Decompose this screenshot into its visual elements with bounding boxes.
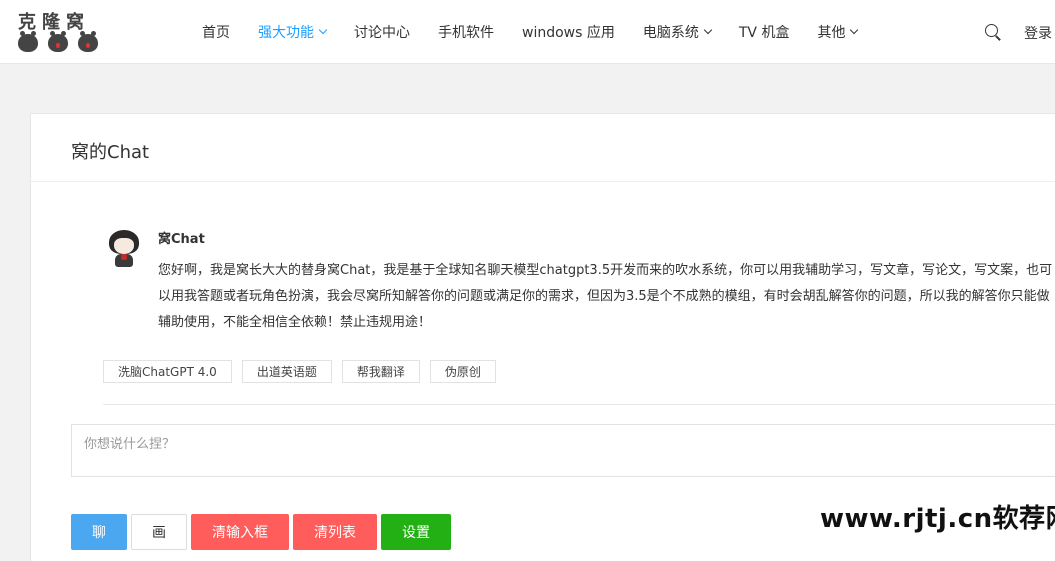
nav-item-pc-systems[interactable]: 电脑系统: [643, 22, 713, 42]
nav-item-home[interactable]: 首页: [202, 22, 230, 42]
nav-item-tv-box[interactable]: TV 机盒: [739, 22, 790, 42]
action-buttons: 聊 画 清输入框 清列表 设置: [71, 514, 451, 550]
site-logo[interactable]: 克隆窝: [18, 8, 108, 56]
chat-input[interactable]: [71, 424, 1055, 477]
draw-button[interactable]: 画: [131, 514, 187, 550]
chevron-down-icon: [850, 25, 859, 35]
nav-item-other[interactable]: 其他: [817, 22, 859, 42]
quick-action-english-quiz-button[interactable]: 出道英语题: [241, 360, 332, 383]
main-nav: 首页 强大功能 讨论中心 手机软件 windows 应用 电脑系统 TV 机盒 …: [188, 0, 871, 64]
quick-actions: 洗脑ChatGPT 4.0 出道英语题 帮我翻译 伪原创: [103, 360, 496, 383]
quick-action-rewrite-button[interactable]: 伪原创: [429, 360, 496, 383]
search-icon[interactable]: [985, 24, 1001, 41]
nav-item-windows-apps[interactable]: windows 应用: [522, 22, 615, 42]
clear-input-button[interactable]: 清输入框: [191, 514, 289, 550]
page-title: 窝的Chat: [71, 142, 150, 163]
settings-button[interactable]: 设置: [381, 514, 451, 550]
logo-faces-icon: [18, 31, 98, 52]
message-text: 您好啊，我是窝长大大的替身窝Chat，我是基于全球知名聊天模型chatgpt3.…: [158, 263, 1053, 330]
divider: [103, 404, 1055, 405]
message-sender: 窝Chat: [158, 232, 205, 247]
nav-item-mobile-software[interactable]: 手机软件: [438, 22, 494, 42]
logo-text: 克隆窝: [18, 12, 90, 33]
quick-action-brainwash-button[interactable]: 洗脑ChatGPT 4.0: [103, 360, 232, 383]
nav-item-discussion[interactable]: 讨论中心: [354, 22, 410, 42]
chevron-down-icon: [703, 25, 713, 35]
watermark-text: www.rjtj.cn软荐网: [820, 504, 1055, 534]
chat-card: 窝的Chat 窝Chat 您好啊，我是窝长大大的替身窝Chat，我是基于全球知名…: [30, 113, 1055, 561]
top-header: 克隆窝 首页 强大功能 讨论中心 手机软件 windows 应用 电脑系统 TV…: [0, 0, 1055, 64]
chat-button[interactable]: 聊: [71, 514, 127, 550]
clear-list-button[interactable]: 清列表: [293, 514, 377, 550]
divider: [31, 181, 1055, 182]
quick-action-translate-button[interactable]: 帮我翻译: [341, 360, 420, 383]
nav-item-features[interactable]: 强大功能: [258, 22, 328, 42]
avatar: [107, 228, 141, 268]
chevron-down-icon: [318, 25, 328, 35]
login-link[interactable]: 登录: [1024, 23, 1052, 43]
